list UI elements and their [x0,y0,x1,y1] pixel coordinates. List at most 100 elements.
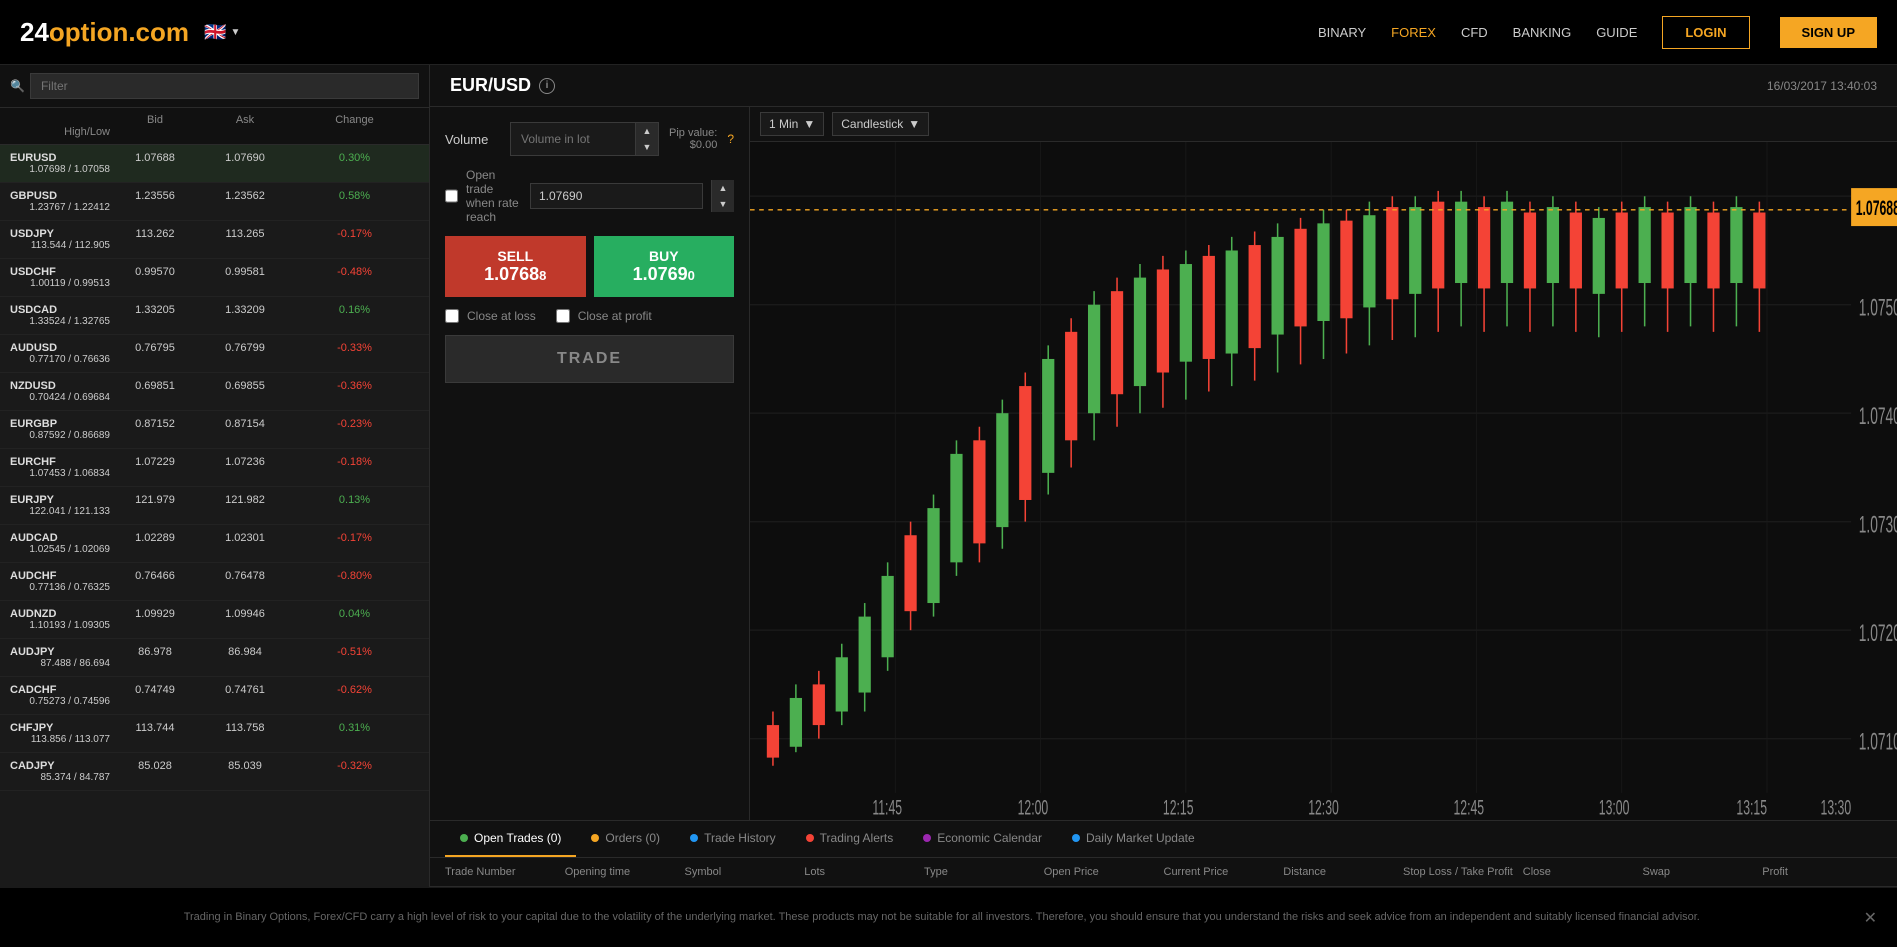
pair-row[interactable]: AUDCHF 0.76466 0.76478 -0.80% 0.77136 / … [0,563,429,601]
bottom-tab[interactable]: Daily Market Update [1057,821,1210,857]
pair-ask: 1.07236 [200,456,290,468]
volume-up-button[interactable]: ▲ [636,123,658,139]
bottom-tab[interactable]: Orders (0) [576,821,675,857]
pair-row[interactable]: NZDUSD 0.69851 0.69855 -0.36% 0.70424 / … [0,373,429,411]
pair-name: AUDCAD [10,532,110,544]
rate-checkbox[interactable] [445,189,458,203]
tab-dot [1072,834,1080,842]
table-col-header: Stop Loss / Take Profit [1403,866,1523,878]
rate-checkbox-wrap: Open trade when rate reach [445,168,522,224]
chart-controls: 1 Min ▼ Candlestick ▼ [750,107,1897,142]
filter-input[interactable] [30,73,419,99]
bottom-tab[interactable]: Trading Alerts [791,821,909,857]
nav-banking[interactable]: BANKING [1513,25,1572,40]
pair-row[interactable]: AUDNZD 1.09929 1.09946 0.04% 1.10193 / 1… [0,601,429,639]
pair-ask: 0.76799 [200,342,290,354]
pair-name: AUDJPY [10,646,110,658]
pair-name: CHFJPY [10,722,110,734]
trade-button[interactable]: TRADE [445,335,734,383]
pair-name: AUDUSD [10,342,110,354]
login-button[interactable]: LOGIN [1662,16,1749,49]
bottom-tab[interactable]: Trade History [675,821,791,857]
nav-cfd[interactable]: CFD [1461,25,1488,40]
tab-label: Orders (0) [605,831,660,845]
pair-bid: 1.33205 [110,304,200,316]
pair-row[interactable]: AUDCAD 1.02289 1.02301 -0.17% 1.02545 / … [0,525,429,563]
pair-ask: 113.758 [200,722,290,734]
bottom-panel: Open Trades (0)Orders (0)Trade HistoryTr… [430,820,1897,887]
timeframe-chevron: ▼ [803,117,815,131]
pair-row[interactable]: EURUSD 1.07688 1.07690 0.30% 1.07698 / 1… [0,145,429,183]
pair-row[interactable]: CADJPY 85.028 85.039 -0.32% 85.374 / 84.… [0,753,429,791]
pair-row[interactable]: USDJPY 113.262 113.265 -0.17% 113.544 / … [0,221,429,259]
pair-row[interactable]: EURJPY 121.979 121.982 0.13% 122.041 / 1… [0,487,429,525]
pair-row[interactable]: EURGBP 0.87152 0.87154 -0.23% 0.87592 / … [0,411,429,449]
pair-row[interactable]: USDCHF 0.99570 0.99581 -0.48% 1.00119 / … [0,259,429,297]
table-col-header: Close [1523,866,1643,878]
logo-prefix: 24 [20,17,49,47]
logo[interactable]: 24option.com [20,17,189,48]
pair-list: EURUSD 1.07688 1.07690 0.30% 1.07698 / 1… [0,145,429,887]
pip-amount: $0.00 [690,139,718,151]
rate-row: Open trade when rate reach ▲ ▼ [445,168,734,224]
volume-input-wrap: ▲ ▼ [510,122,659,156]
sell-buy-row: SELL 1.07688 BUY 1.07690 [445,236,734,297]
pair-bid: 1.07229 [110,456,200,468]
rate-input[interactable] [530,183,703,209]
pair-row[interactable]: AUDJPY 86.978 86.984 -0.51% 87.488 / 86.… [0,639,429,677]
pair-row[interactable]: CHFJPY 113.744 113.758 0.31% 113.856 / 1… [0,715,429,753]
chart-area: 1 Min ▼ Candlestick ▼ [750,107,1897,820]
pair-row[interactable]: CADCHF 0.74749 0.74761 -0.62% 0.75273 / … [0,677,429,715]
sell-label: SELL [497,248,533,264]
tab-dot [690,834,698,842]
pair-row[interactable]: EURCHF 1.07229 1.07236 -0.18% 1.07453 / … [0,449,429,487]
pair-high-low: 0.77136 / 0.76325 [10,582,110,593]
trading-panel: EUR/USD i 16/03/2017 13:40:03 Volume ▲ ▼ [430,65,1897,887]
close-footer-button[interactable]: ✕ [1864,908,1877,928]
pair-high-low: 0.70424 / 0.69684 [10,392,110,403]
pair-row[interactable]: USDCAD 1.33205 1.33209 0.16% 1.33524 / 1… [0,297,429,335]
pair-change: -0.18% [290,456,419,468]
pip-help-icon[interactable]: ? [727,132,734,146]
tab-dot [923,834,931,842]
charttype-chevron: ▼ [908,117,920,131]
sidebar: 🔍 Bid Ask Change High/Low EURUSD 1.07688… [0,65,430,887]
close-loss-checkbox[interactable] [445,309,459,323]
rate-up-button[interactable]: ▲ [712,180,734,196]
pair-ask: 85.039 [200,760,290,772]
volume-down-button[interactable]: ▼ [636,139,658,155]
info-icon[interactable]: i [539,78,555,94]
timeframe-select[interactable]: 1 Min ▼ [760,112,824,136]
pair-row[interactable]: AUDUSD 0.76795 0.76799 -0.33% 0.77170 / … [0,335,429,373]
buy-button[interactable]: BUY 1.07690 [594,236,735,297]
nav-guide[interactable]: GUIDE [1596,25,1637,40]
pair-row[interactable]: GBPUSD 1.23556 1.23562 0.58% 1.23767 / 1… [0,183,429,221]
volume-spinners: ▲ ▼ [635,123,658,155]
sell-button[interactable]: SELL 1.07688 [445,236,586,297]
close-profit-checkbox[interactable] [556,309,570,323]
nav-forex[interactable]: FOREX [1391,25,1436,40]
language-selector[interactable]: 🇬🇧 ▼ [204,22,240,43]
pair-name: AUDNZD [10,608,110,620]
svg-text:1.07200: 1.07200 [1859,620,1897,647]
nav-binary[interactable]: BINARY [1318,25,1366,40]
tab-dot [806,834,814,842]
pair-bid: 86.978 [110,646,200,658]
bottom-tab[interactable]: Open Trades (0) [445,821,576,857]
volume-input[interactable] [511,126,635,152]
pair-change: 0.30% [290,152,419,164]
pair-ask: 1.09946 [200,608,290,620]
svg-text:1.07300: 1.07300 [1859,512,1897,539]
pair-change: -0.17% [290,532,419,544]
pair-name: EURJPY [10,494,110,506]
signup-button[interactable]: SIGN UP [1780,17,1877,48]
table-col-header: Trade Number [445,866,565,878]
rate-spinners: ▲ ▼ [711,180,734,212]
svg-text:12:15: 12:15 [1163,795,1194,820]
tab-dot [591,834,599,842]
rate-down-button[interactable]: ▼ [712,196,734,212]
pair-bid: 1.02289 [110,532,200,544]
pair-name: CADJPY [10,760,110,772]
bottom-tab[interactable]: Economic Calendar [908,821,1057,857]
charttype-select[interactable]: Candlestick ▼ [832,112,929,136]
